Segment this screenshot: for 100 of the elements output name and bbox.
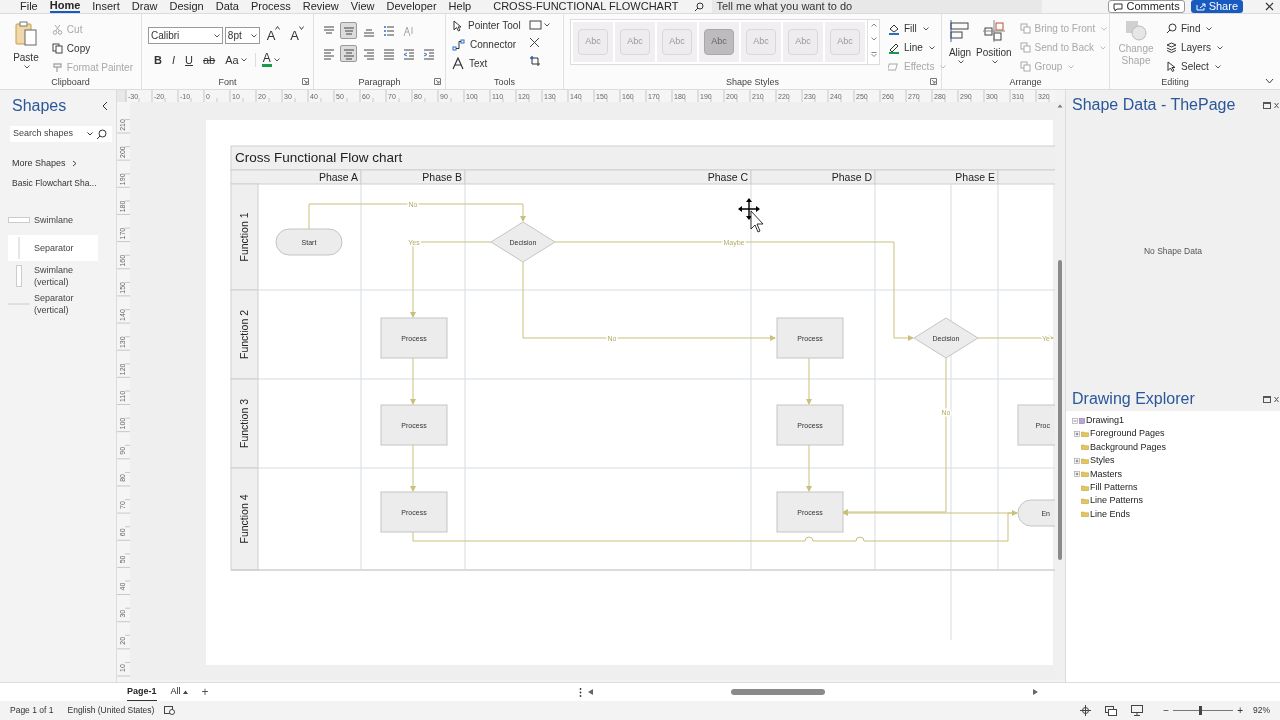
underline-button[interactable]: U [183,51,195,68]
dialog-launcher-icon[interactable] [434,78,441,85]
tree-item[interactable]: Fill Patterns [1090,480,1138,495]
lane-header: Function 1 [230,183,259,291]
stencil-shape[interactable]: Separator [8,235,98,262]
menu-tab[interactable]: Design [169,0,204,13]
stencil-tab[interactable]: Basic Flowchart Sha... [12,176,108,190]
menu-tab[interactable]: Developer [386,0,437,13]
scroll-right-icon[interactable] [1032,689,1038,695]
layers-button[interactable]: Layers [1166,40,1223,55]
zoom-in-button[interactable]: + [1237,705,1243,716]
dialog-launcher-icon[interactable] [930,78,937,85]
grow-font-button[interactable]: A [263,26,284,46]
position-button[interactable]: Position [976,19,1012,75]
align-button[interactable]: Align [948,19,972,75]
expand-icon[interactable] [1074,457,1080,464]
pointer-icon [452,19,463,32]
menu-tab[interactable]: File [20,0,38,13]
tree-item[interactable]: Masters [1090,467,1122,481]
paste-button[interactable]: Paste [8,20,44,75]
menu-tab[interactable]: Help [448,0,472,13]
caret-icon [240,57,247,62]
bold-button[interactable]: B [152,51,164,68]
align-icon [948,19,972,43]
align-center-button[interactable] [340,45,357,62]
add-page-button[interactable]: + [201,686,209,698]
panel-title: Shape Data - ThePage [1072,95,1236,115]
font-size-dropdown[interactable]: 8pt [224,27,260,45]
collapse-icon[interactable] [101,101,108,111]
more-shapes-link[interactable]: More Shapes [12,157,108,171]
maximize-icon[interactable] [1263,395,1271,403]
text-tool-button[interactable]: Text [452,56,521,71]
tree-item[interactable]: Drawing1 [1086,413,1125,428]
rectangle-tool-button[interactable] [528,20,550,30]
scroll-left-icon[interactable] [587,689,593,695]
tree-item[interactable]: Background Pages [1090,440,1167,455]
phase-header: Phase D [750,169,876,185]
connection-point-icon[interactable] [528,55,541,67]
menu-tab[interactable]: Process [251,0,291,13]
comments-button[interactable]: Comments [1108,0,1185,13]
strike-button[interactable]: ab [200,51,218,68]
caret-icon [991,60,998,64]
zoom-out-button[interactable]: − [1163,705,1170,716]
tree-item[interactable]: Line Ends [1090,507,1131,522]
search-field[interactable]: Tell me what you want to do [712,0,1043,13]
scroll-up-icon[interactable] [1057,104,1063,108]
caret-icon [87,132,93,136]
pointer-tool-button[interactable]: Pointer Tool [452,18,521,33]
phase-header: Phase B [360,169,466,185]
scroll-thumb[interactable] [730,689,825,695]
tree-item[interactable]: Foreground Pages [1090,427,1165,441]
dialog-launcher-icon[interactable] [302,78,309,85]
collapse-ribbon-icon[interactable] [1265,78,1274,84]
caret-icon [1100,45,1107,50]
windows-icon[interactable] [1105,705,1118,716]
tree-item[interactable]: Line Patterns [1090,494,1144,508]
maximize-icon[interactable] [1263,101,1271,109]
select-button[interactable]: Select [1166,59,1223,74]
menu-tab[interactable]: Insert [92,0,120,13]
zoom-level[interactable]: 92% [1253,704,1270,717]
font-name-dropdown[interactable]: Calibri [148,27,223,45]
page-filter-button[interactable]: All [170,685,188,699]
close-icon[interactable] [1265,2,1274,11]
search-field[interactable]: Search shapes [10,126,112,142]
fill-button[interactable]: Fill [888,21,947,36]
stencil-shape[interactable]: Separator (vertical) [8,291,98,318]
italic-button[interactable]: I [169,51,177,68]
close-icon[interactable] [528,37,540,48]
target-icon[interactable] [1080,705,1092,716]
slider-thumb[interactable] [1198,706,1202,715]
more-styles-icon[interactable] [870,51,877,57]
connector-tool-button[interactable]: Connector [452,37,521,52]
font-color-button[interactable]: A [261,52,280,68]
scroll-thumb[interactable] [1058,260,1062,560]
move-cursor-icon [738,198,764,233]
scroll-down-icon[interactable] [870,37,877,41]
menu-tab[interactable]: Review [302,0,339,13]
more-options-icon[interactable] [578,687,582,697]
menu-tab[interactable]: Draw [131,0,158,13]
macro-record-icon[interactable] [164,706,176,715]
shrink-font-button[interactable]: A [287,26,307,46]
expand-icon[interactable] [1074,431,1080,438]
expand-icon[interactable] [1074,471,1080,478]
case-button[interactable]: Aa [223,51,249,68]
line-button[interactable]: Line [888,40,947,55]
zoom-slider[interactable] [1173,706,1234,715]
tree-item[interactable]: Styles [1090,454,1115,468]
share-button[interactable]: Share [1190,0,1243,13]
menu-tab[interactable]: View [350,0,375,13]
language-status[interactable]: English (United States) [67,704,155,717]
presentation-icon[interactable] [1131,705,1144,716]
stencil-shape[interactable]: Swimlane (vertical) [8,263,98,290]
align-middle-button[interactable] [340,22,357,39]
scroll-up-icon[interactable] [870,23,877,27]
stencil-shape[interactable]: Swimlane [8,207,98,234]
menu-tab[interactable]: Data [215,0,239,13]
find-button[interactable]: Find [1166,21,1223,36]
clipboard-button[interactable]: Copy [51,41,133,56]
connector-icon [452,38,465,51]
connector-line [806,357,812,405]
